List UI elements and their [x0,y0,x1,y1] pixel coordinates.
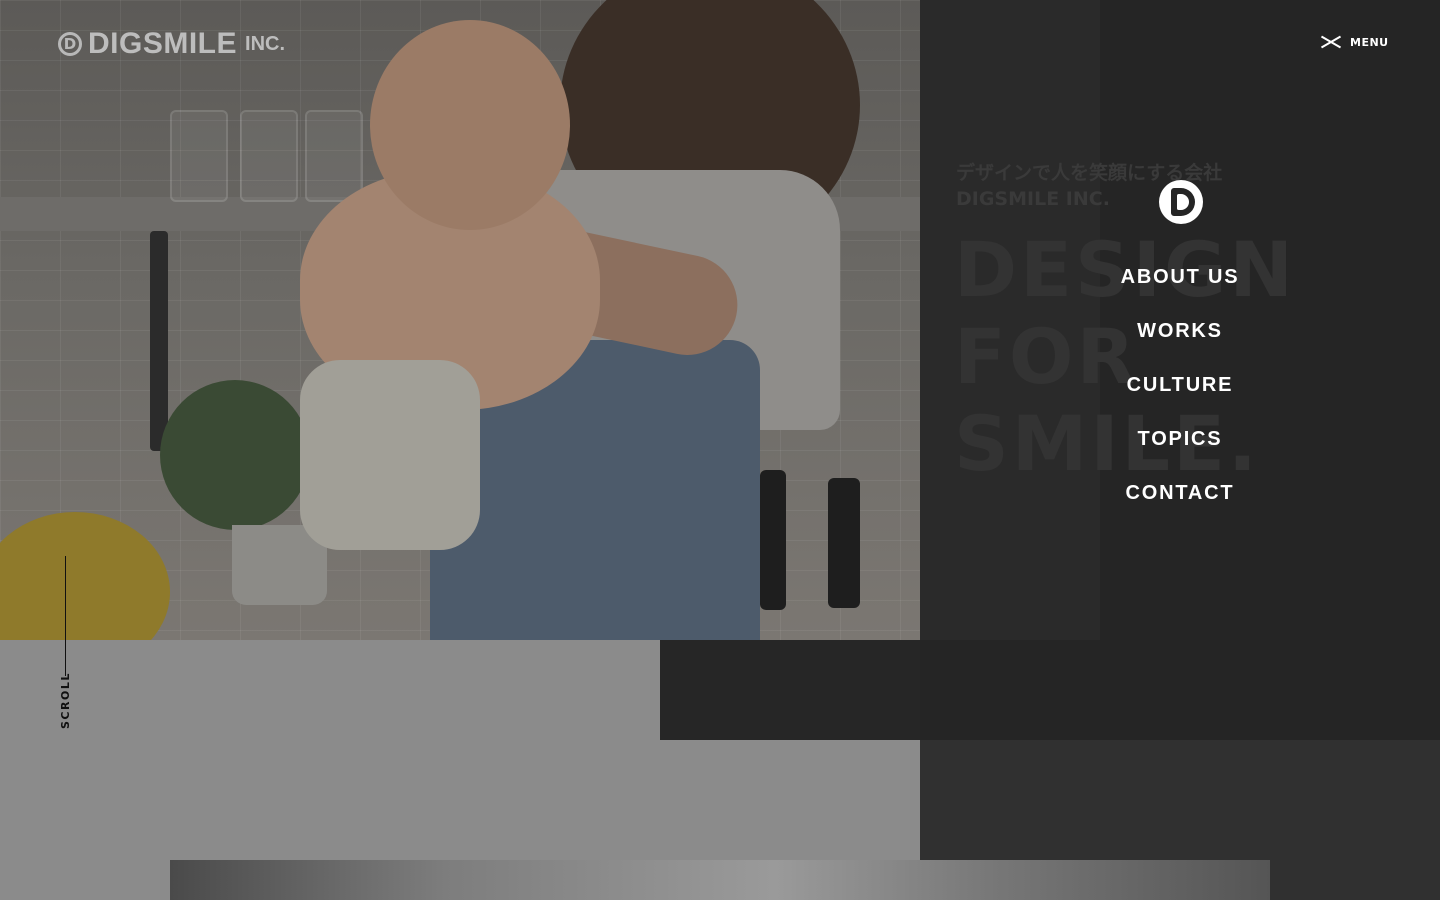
hero-image [0,0,920,640]
menu-item-works[interactable]: WORKS [1080,314,1280,368]
menu-item-about-us[interactable]: ABOUT US [1080,260,1280,314]
menu-logo-icon[interactable] [1159,180,1203,224]
close-icon [1320,33,1342,51]
menu-item-culture[interactable]: CULTURE [1080,368,1280,422]
menu-close-button[interactable]: MENU [1320,33,1389,51]
menu-item-topics[interactable]: TOPICS [1080,422,1280,476]
menu-item-contact[interactable]: CONTACT [1080,476,1280,530]
menu-close-label: MENU [1350,35,1389,49]
logo-mark-icon: D [58,32,82,56]
logo-name: DIGSMILE [88,27,238,60]
site-logo[interactable]: D DIGSMILE INC. [58,27,285,61]
main-menu: ABOUT US WORKS CULTURE TOPICS CONTACT [1080,260,1280,530]
logo-suffix: INC. [245,32,286,55]
scroll-label: SCROLL [59,672,72,729]
scroll-indicator-line [65,556,66,676]
secondary-image [170,860,1270,900]
